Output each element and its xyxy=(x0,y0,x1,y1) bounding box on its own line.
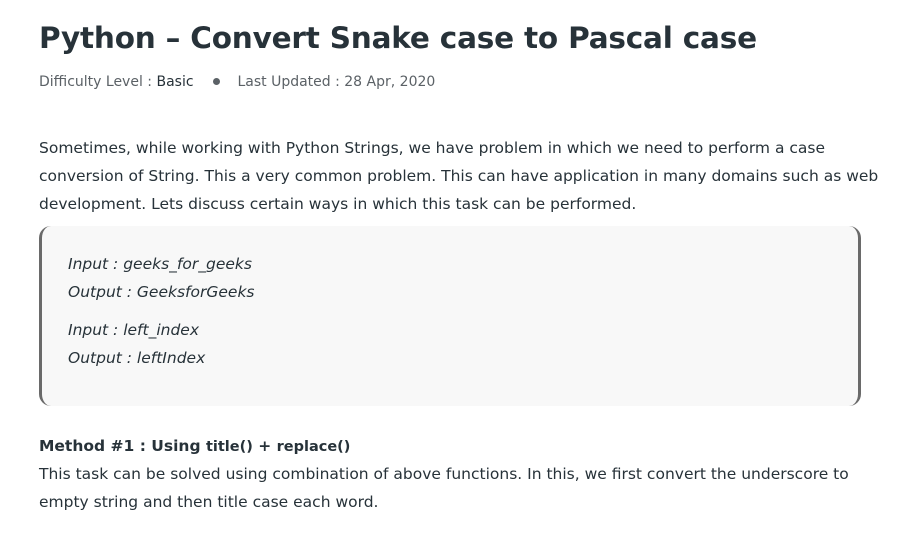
example-output: Output : GeeksforGeeks xyxy=(68,283,255,301)
method-desc-line: This task can be solved using combinatio… xyxy=(39,465,849,483)
method-joiner: + xyxy=(252,437,277,455)
method-desc-line: empty string and then title case each wo… xyxy=(39,493,379,511)
last-updated: Last Updated : 28 Apr, 2020 xyxy=(237,74,436,90)
example-1: Input : geeks_for_geeks Output : Geeksfo… xyxy=(68,250,255,306)
intro-line: conversion of String. This a very common… xyxy=(39,167,879,185)
intro-line: development. Lets discuss certain ways i… xyxy=(39,195,637,213)
example-input: Input : geeks_for_geeks xyxy=(68,255,252,273)
example-output: Output : leftIndex xyxy=(68,349,206,367)
intro-line: Sometimes, while working with Python Str… xyxy=(39,139,825,157)
page-title: Python – Convert Snake case to Pascal ca… xyxy=(39,21,757,55)
example-2: Input : left_index Output : leftIndex xyxy=(68,316,205,372)
method-fn-replace: replace() xyxy=(276,439,351,455)
separator-dot-icon xyxy=(213,77,220,85)
difficulty-label: Difficulty Level : xyxy=(39,74,157,90)
example-block: Input : geeks_for_geeks Output : Geeksfo… xyxy=(39,226,861,406)
method-heading: Method #1 : Using title() + replace() xyxy=(39,432,350,461)
article-meta: Difficulty Level : Basic Last Updated : … xyxy=(39,72,435,92)
intro-paragraph: Sometimes, while working with Python Str… xyxy=(39,134,878,218)
method-prefix: Method #1 : Using xyxy=(39,437,206,455)
method-description: This task can be solved using combinatio… xyxy=(39,460,849,516)
example-input: Input : left_index xyxy=(68,321,200,339)
difficulty-level-link[interactable]: Basic xyxy=(156,74,193,90)
method-fn-title: title() xyxy=(205,439,253,455)
